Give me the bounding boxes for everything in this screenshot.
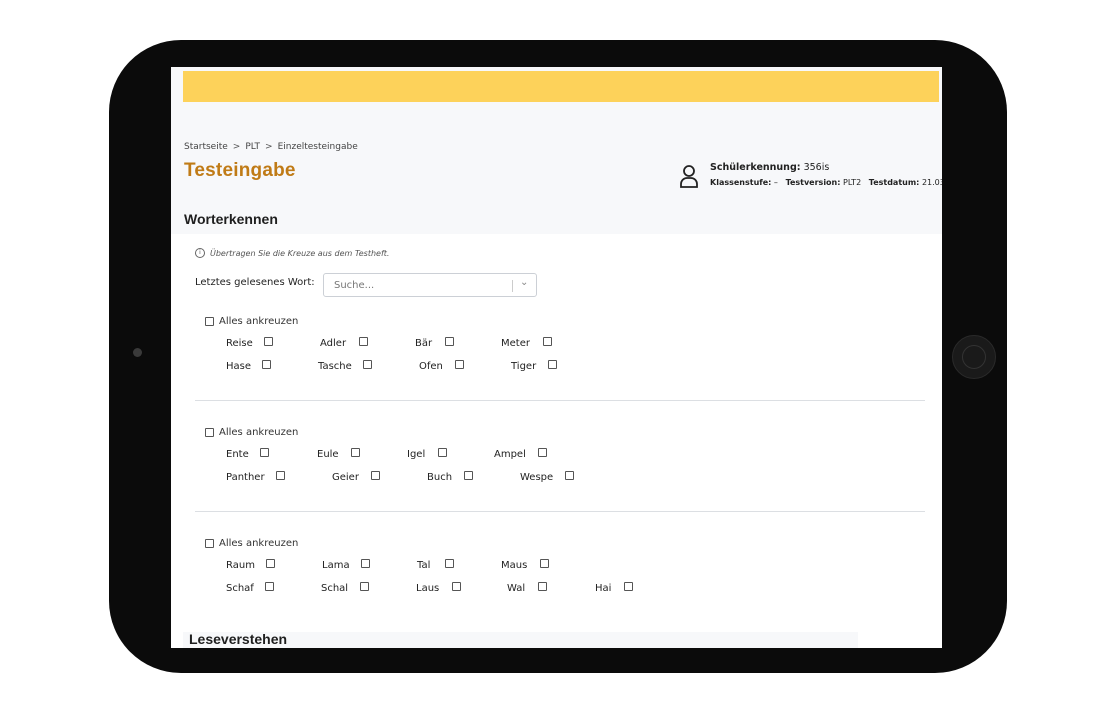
word-checkbox[interactable] <box>464 471 473 480</box>
group-divider <box>195 400 925 401</box>
select-divider <box>512 280 513 292</box>
instruction-text: Übertragen Sie die Kreuze aus dem Testhe… <box>210 248 390 258</box>
word-checkbox[interactable] <box>361 559 370 568</box>
word-checkbox[interactable] <box>276 471 285 480</box>
chevron-down-icon[interactable]: ⌄ <box>520 277 528 288</box>
top-banner <box>183 71 939 102</box>
word-checkbox[interactable] <box>543 337 552 346</box>
word-checkbox[interactable] <box>455 360 464 369</box>
last-word-select[interactable]: Suche... ⌄ <box>323 273 537 297</box>
word-label: Hai <box>595 583 612 594</box>
word-label: Wal <box>507 583 526 594</box>
version-value: PLT2 <box>843 178 862 187</box>
select-all-label: Alles ankreuzen <box>219 538 299 549</box>
word-label: Meter <box>501 338 530 349</box>
word-checkbox[interactable] <box>359 337 368 346</box>
word-label: Reise <box>226 338 253 349</box>
search-placeholder: Suche... <box>334 280 375 291</box>
student-info: Schülerkennung: 356is Klassenstufe: – Te… <box>679 162 942 202</box>
select-all-label: Alles ankreuzen <box>219 316 299 327</box>
word-checkbox[interactable] <box>540 559 549 568</box>
word-checkbox[interactable] <box>445 559 454 568</box>
version-label: Testversion: <box>785 178 841 187</box>
word-label: Hase <box>226 361 252 372</box>
person-outline-icon <box>680 165 698 188</box>
word-checkbox[interactable] <box>452 582 461 591</box>
word-label: Lama <box>322 560 350 571</box>
info-circle-icon: i <box>195 248 205 258</box>
word-label: Eule <box>317 449 339 460</box>
word-checkbox[interactable] <box>360 582 369 591</box>
word-label: Raum <box>226 560 255 571</box>
select-all-checkbox[interactable] <box>205 428 214 437</box>
date-value: 21.03.2023 <box>921 178 942 187</box>
tablet-frame: Startseite > PLT > Einzeltesteingabe Tes… <box>109 40 1007 673</box>
word-checkbox[interactable] <box>548 360 557 369</box>
word-checkbox[interactable] <box>351 448 360 457</box>
date-label: Testdatum: <box>868 178 920 187</box>
word-label: Igel <box>407 449 426 460</box>
word-label: Panther <box>226 472 265 483</box>
page-title: Testeingabe <box>184 160 296 181</box>
breadcrumb-plt[interactable]: PLT <box>245 142 260 152</box>
student-id-label: Schülerkennung: <box>710 162 801 173</box>
word-label: Tiger <box>511 361 537 372</box>
grade-value: – <box>773 178 778 187</box>
word-label: Ampel <box>494 449 526 460</box>
word-label: Adler <box>320 338 347 349</box>
word-checkbox[interactable] <box>538 448 547 457</box>
section-title-leseverstehen: Leseverstehen <box>189 631 288 647</box>
word-checkbox[interactable] <box>264 337 273 346</box>
breadcrumb: Startseite > PLT > Einzeltesteingabe <box>184 142 358 152</box>
word-checkbox[interactable] <box>371 471 380 480</box>
breadcrumb-separator: > <box>232 142 241 152</box>
word-label: Wespe <box>520 472 554 483</box>
group-divider <box>195 511 925 512</box>
word-checkbox[interactable] <box>565 471 574 480</box>
word-checkbox[interactable] <box>262 360 271 369</box>
word-label: Ente <box>226 449 249 460</box>
word-label: Schaf <box>226 583 254 594</box>
word-checkbox[interactable] <box>538 582 547 591</box>
word-label: Tal <box>417 560 431 571</box>
word-label: Bär <box>415 338 433 349</box>
word-label: Laus <box>416 583 440 594</box>
select-all-label: Alles ankreuzen <box>219 427 299 438</box>
last-word-label: Letztes gelesenes Wort: <box>195 277 315 288</box>
word-label: Tasche <box>318 361 352 372</box>
word-checkbox[interactable] <box>624 582 633 591</box>
word-label: Ofen <box>419 361 443 372</box>
instruction: i Übertragen Sie die Kreuze aus dem Test… <box>195 248 389 258</box>
word-label: Geier <box>332 472 359 483</box>
screen: Startseite > PLT > Einzeltesteingabe Tes… <box>171 67 942 648</box>
word-label: Maus <box>501 560 528 571</box>
breadcrumb-separator: > <box>265 142 273 152</box>
grade-label: Klassenstufe: <box>710 178 772 187</box>
breadcrumb-startseite[interactable]: Startseite <box>184 142 228 152</box>
section-title-worterkennen: Worterkennen <box>184 211 278 227</box>
word-checkbox[interactable] <box>363 360 372 369</box>
word-label: Schal <box>321 583 349 594</box>
student-id-value: 356is <box>803 162 830 173</box>
word-checkbox[interactable] <box>445 337 454 346</box>
word-checkbox[interactable] <box>438 448 447 457</box>
home-button[interactable] <box>952 335 996 379</box>
word-checkbox[interactable] <box>260 448 269 457</box>
select-all-checkbox[interactable] <box>205 317 214 326</box>
select-all-checkbox[interactable] <box>205 539 214 548</box>
word-checkbox[interactable] <box>266 559 275 568</box>
breadcrumb-current: Einzeltesteingabe <box>277 142 358 152</box>
word-label: Buch <box>427 472 453 483</box>
camera-dot <box>133 348 142 357</box>
word-checkbox[interactable] <box>265 582 274 591</box>
